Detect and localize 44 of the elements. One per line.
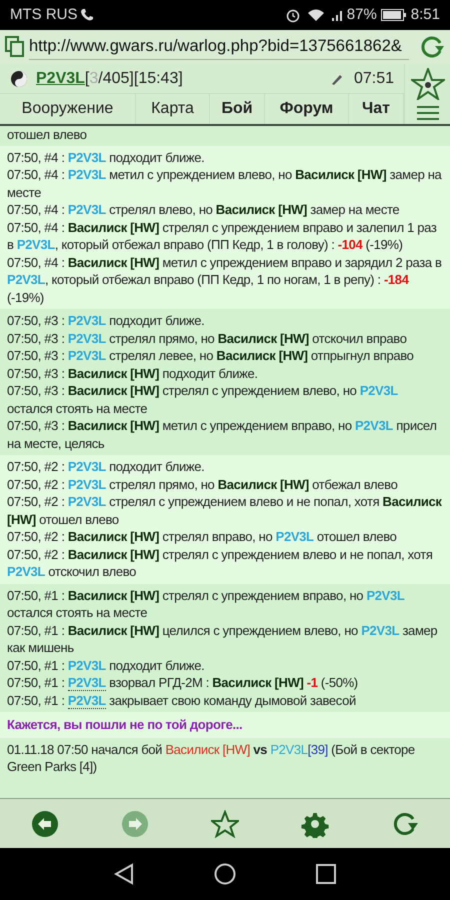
log-line: 07:50, #3 : Василиск [HW] подходит ближе. [7,364,259,382]
log-line: 07:50, #2 : Василиск [HW] стрелял с упреждением влево и не попал, хотя P2V3L отскочил влево [7,546,434,580]
log-line: 07:50, #4 : Василиск [HW] метил с упреждением вправо и зарядил 2 раза в P2V3L, который отбежал вправо (ПП Кедр, 1 по ногам, 1 в репу) : -184 (-19%) [7,254,443,306]
home-circle-icon[interactable] [214,863,236,885]
player-stats: [3/405][15:43] [84,68,183,88]
server-time: 07:51 [354,68,394,88]
log-line: 07:50, #1 : P2V3L взорвал РГД-2М : Василиск [HW] -1 (-50%) [7,674,359,692]
clock-time: 8:51 [410,4,440,25]
nav-tab[interactable]: Карта [136,94,210,124]
nav-tab[interactable]: Бой [210,94,265,124]
star-icon[interactable] [211,810,239,838]
alarm-icon [284,7,301,23]
log-line: 07:50, #2 : Василиск [HW] стрелял вправо, но P2V3L отошел влево [7,528,398,546]
notice-text: Кажется, вы пошли не по той дороге... [7,716,244,734]
log-line: 07:50, #3 : P2V3L стрелял прямо, но Василиск [HW] отскочил вправо [7,330,408,347]
log-line: 07:50, #2 : P2V3L подходит ближе. [7,458,206,476]
log-line: 07:50, #2 : P2V3L стрелял прямо, но Василиск [HW] отбежал влево [7,476,398,493]
recent-apps-icon[interactable] [316,864,336,884]
log-line: 07:50, #1 : P2V3L закрывает свою команду дымовой завесой [7,692,357,709]
log-line: 07:50, #4 : P2V3L подходит ближе. [7,148,206,166]
back-triangle-icon[interactable] [114,863,134,885]
log-line: 07:50, #3 : P2V3L подходит ближе. [7,312,206,330]
log-line: 07:50, #3 : P2V3L стрелял левее, но Василиск [HW] отпрыгнул вправо [7,347,415,364]
refresh-icon[interactable] [419,34,445,60]
log-line: отошел влево [7,126,88,144]
signal-icon [330,8,345,22]
battery-icon [380,9,407,21]
star-icon[interactable] [410,68,444,100]
nav-tab[interactable]: Чат [349,94,404,124]
log-line: 07:50, #1 : P2V3L подходит ближе. [7,656,206,674]
battle-summary: 01.11.18 07:50 начался бой Василиск [HW] vs P2V3L[39] (Бой в секторе Green Parks [4]) [7,740,416,776]
log-line: 07:50, #3 : Василиск [HW] метил с упреждением вправо, но P2V3L присел на месте, целясь [7,417,438,452]
nav-tab[interactable]: Форум [265,94,349,124]
phone-icon [80,8,94,22]
menu-icon[interactable] [416,106,438,120]
tabs-icon[interactable] [5,36,25,58]
battery-percent: 87% [346,4,377,25]
wifi-icon [306,8,325,22]
player-link[interactable]: P2V3L [36,66,85,90]
log-line: 07:50, #4 : P2V3L стрелял влево, но Василиск [HW] замер на месте [7,201,400,218]
log-line: 07:50, #4 : Василиск [HW] стрелял с упреждением вправо и залепил 1 раз в P2V3L, который отбежал вправо (ПП Кедр, 1 в голову) : -104 (-19%) [7,218,438,254]
carrier-name: MTS RUS [10,4,78,25]
yin-yang-icon [10,70,28,88]
nav-tab[interactable]: Вооружение [0,94,136,124]
